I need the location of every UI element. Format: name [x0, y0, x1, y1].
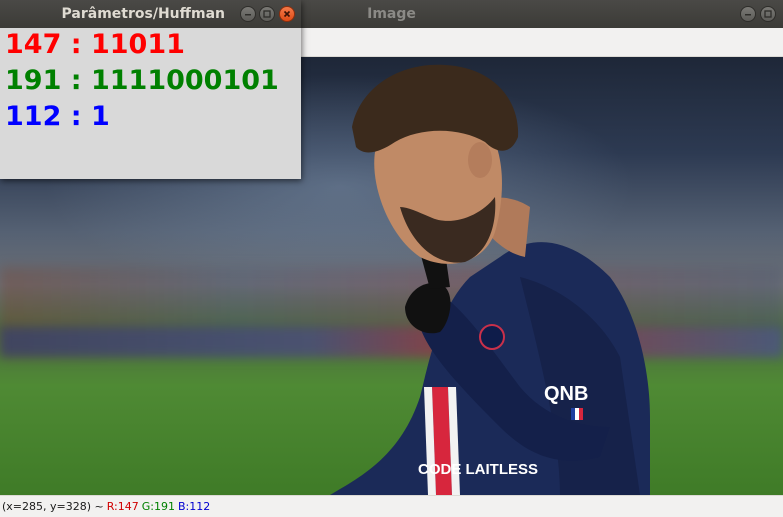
- flag-blue: [571, 408, 575, 420]
- crest-icon: [479, 324, 505, 350]
- close-icon[interactable]: [279, 6, 295, 22]
- status-red: R:147: [106, 500, 139, 513]
- huffman-code-line: 112 : 1: [5, 101, 110, 132]
- flag-red: [579, 408, 583, 420]
- maximize-icon[interactable]: [259, 6, 275, 22]
- minimize-icon[interactable]: [740, 6, 756, 22]
- huffman-window: Parâmetros/Huffman 147 : 11011 191 : 111…: [0, 0, 301, 179]
- ear: [468, 142, 492, 178]
- huffman-code-line: 147 : 11011: [5, 29, 185, 60]
- huffman-window-titlebar[interactable]: Parâmetros/Huffman: [0, 0, 301, 28]
- status-coords: (x=285, y=328) ~: [2, 500, 104, 513]
- huffman-window-title: Parâmetros/Huffman: [61, 6, 225, 22]
- flag-white: [575, 408, 579, 420]
- maximize-icon[interactable]: [760, 6, 776, 22]
- huffman-code-line: 191 : 1111000101: [5, 65, 279, 96]
- minimize-icon[interactable]: [240, 6, 256, 22]
- status-green: G:191: [141, 500, 175, 513]
- status-bar: (x=285, y=328) ~ R:147 G:191 B:112: [0, 495, 783, 517]
- jersey-slogan: CODE LAITLESS: [418, 461, 538, 478]
- glove: [405, 283, 451, 334]
- jersey-sponsor: QNB: [544, 383, 588, 405]
- huffman-body: 147 : 11011 191 : 1111000101 112 : 1: [0, 28, 301, 179]
- status-blue: B:112: [177, 500, 211, 513]
